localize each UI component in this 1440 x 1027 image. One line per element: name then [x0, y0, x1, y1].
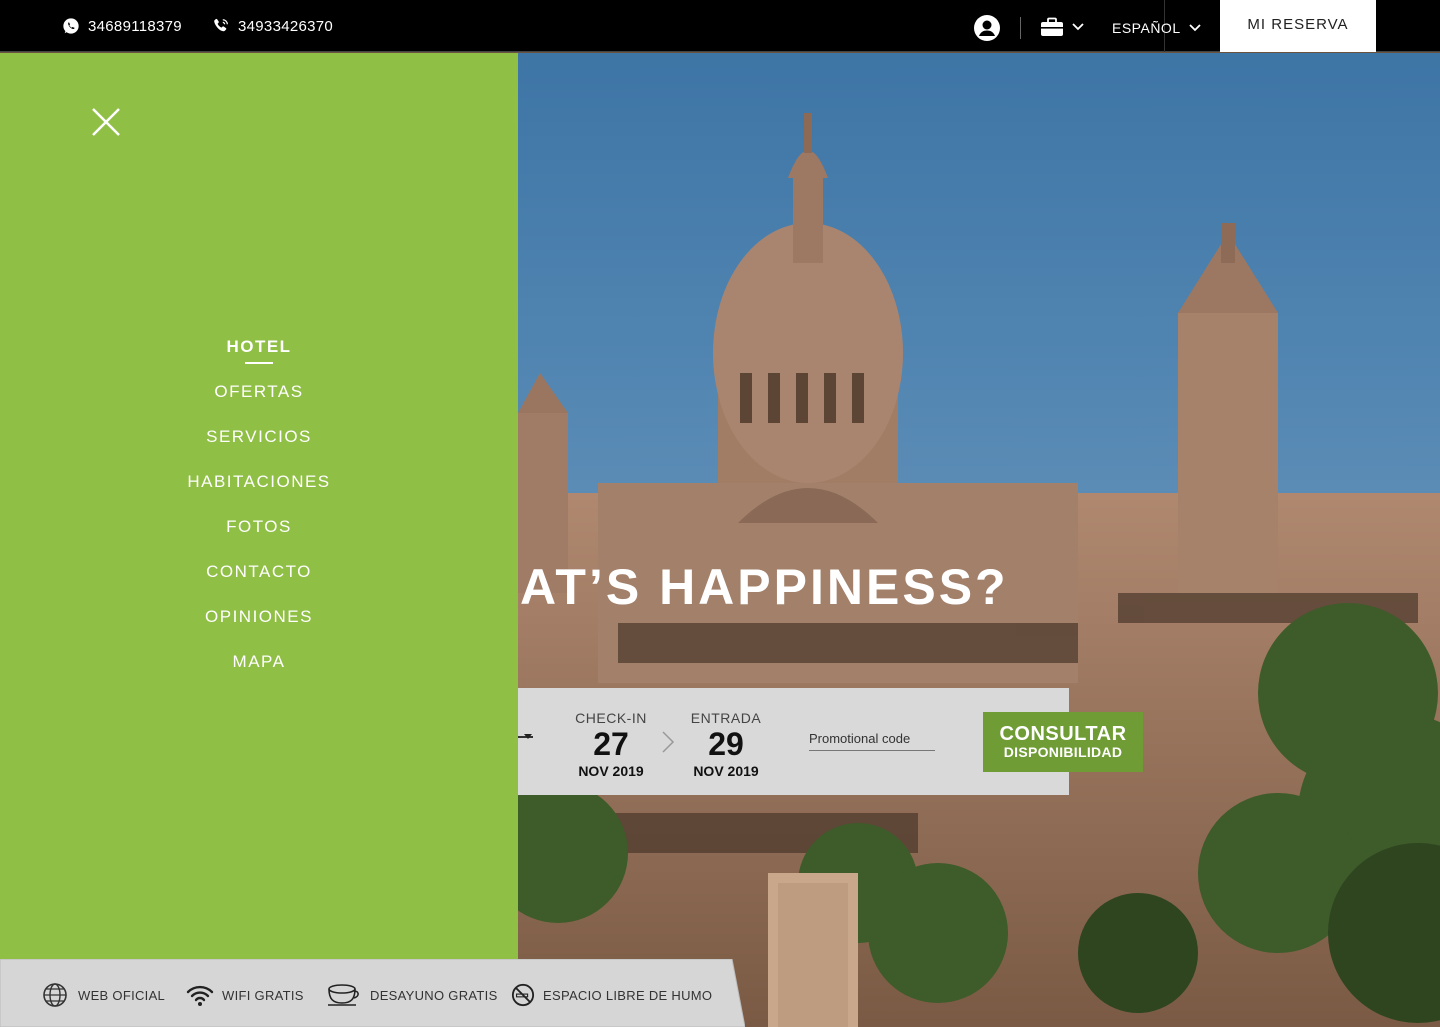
checkin-day: 27 [593, 726, 629, 762]
top-bar: 34689118379 34933426370 ESPAÑOL MI RESER… [0, 0, 1440, 52]
menu-link[interactable]: SERVICIOS [206, 427, 312, 447]
briefcase-icon [1041, 17, 1063, 36]
menu-item-ofertas[interactable]: OFERTAS [0, 382, 518, 427]
slogan-highlight: HAPPINESS? [655, 558, 1015, 618]
hero-image [518, 53, 1440, 1027]
caret-down-icon[interactable] [524, 734, 532, 740]
main-navigation: HOTEL OFERTAS SERVICIOS HABITACIONES FOT… [0, 337, 518, 697]
whatsapp-icon [63, 18, 79, 34]
amenity-label: DESAYUNO GRATIS [370, 987, 498, 1003]
whatsapp-contact[interactable]: 34689118379 [62, 17, 182, 35]
checkin-month-year: NOV 2019 [578, 763, 644, 779]
menu-item-hotel[interactable]: HOTEL [0, 337, 518, 382]
language-label: ESPAÑOL [1112, 20, 1181, 36]
menu-item-habitaciones[interactable]: HABITACIONES [0, 472, 518, 517]
menu-link[interactable]: HABITACIONES [187, 472, 330, 492]
menu-link[interactable]: FOTOS [226, 517, 292, 537]
hero-banner: AT’S HAPPINESS? [518, 53, 1440, 1027]
wifi-icon [186, 985, 214, 1006]
checkout-day: 29 [708, 726, 744, 762]
coffee-cup-icon [328, 984, 359, 1006]
menu-item-opiniones[interactable]: OPINIONES [0, 607, 518, 652]
slogan-highlight-text: HAPPINESS? [659, 559, 1009, 615]
amenity-desayuno: DESAYUNO GRATIS [326, 982, 498, 1008]
amenity-web-oficial[interactable]: WEB OFICIAL [42, 982, 165, 1008]
menu-link[interactable]: OPINIONES [205, 607, 313, 627]
menu-link[interactable]: OFERTAS [214, 382, 303, 402]
globe-icon [43, 983, 67, 1007]
menu-link[interactable]: HOTEL [226, 337, 291, 364]
my-booking-button[interactable]: MI RESERVA [1220, 0, 1376, 52]
language-selector[interactable]: ESPAÑOL [1112, 20, 1201, 36]
slogan-text: AT’S [520, 559, 660, 615]
chevron-down-icon [1072, 23, 1084, 31]
divider [1020, 17, 1021, 39]
whatsapp-number: 34689118379 [88, 17, 182, 35]
checkin-date[interactable]: CHECK-IN 27 NOV 2019 [566, 710, 656, 779]
menu-item-servicios[interactable]: SERVICIOS [0, 427, 518, 472]
close-icon[interactable] [90, 106, 122, 138]
hero-slogan: AT’S HAPPINESS? [520, 558, 1015, 618]
no-smoking-icon [511, 983, 535, 1007]
promo-code-input[interactable] [809, 727, 935, 751]
menu-item-mapa[interactable]: MAPA [0, 652, 518, 697]
amenity-no-smoking: ESPACIO LIBRE DE HUMO [511, 982, 712, 1008]
amenity-label: WIFI GRATIS [222, 987, 304, 1003]
side-menu: HOTEL OFERTAS SERVICIOS HABITACIONES FOT… [0, 53, 518, 959]
chevron-right-icon [662, 731, 675, 753]
checkout-date[interactable]: ENTRADA 29 NOV 2019 [681, 710, 771, 779]
user-account-icon[interactable] [973, 14, 1001, 42]
checkin-label: CHECK-IN [575, 710, 647, 726]
amenity-wifi: WIFI GRATIS [186, 982, 304, 1008]
chevron-down-icon [1188, 24, 1201, 32]
disponibilidad-label: DISPONIBILIDAD [1003, 744, 1123, 760]
amenities-bar: WEB OFICIAL WIFI GRATIS DESAYUNO GRATIS … [0, 959, 745, 1027]
menu-link[interactable]: MAPA [233, 652, 286, 672]
menu-link[interactable]: CONTACTO [206, 562, 312, 582]
check-availability-button[interactable]: CONSULTAR DISPONIBILIDAD [983, 712, 1143, 772]
phone-number: 34933426370 [238, 17, 334, 35]
checkout-label: ENTRADA [690, 710, 762, 726]
menu-item-contacto[interactable]: CONTACTO [0, 562, 518, 607]
checkout-month-year: NOV 2019 [693, 763, 759, 779]
consultar-label: CONSULTAR [999, 723, 1127, 745]
corporate-dropdown[interactable] [1040, 17, 1084, 37]
amenity-label: WEB OFICIAL [78, 987, 166, 1003]
menu-item-fotos[interactable]: FOTOS [0, 517, 518, 562]
phone-contact[interactable]: 34933426370 [212, 17, 333, 35]
amenity-label: ESPACIO LIBRE DE HUMO [543, 987, 713, 1003]
phone-icon [214, 18, 228, 32]
